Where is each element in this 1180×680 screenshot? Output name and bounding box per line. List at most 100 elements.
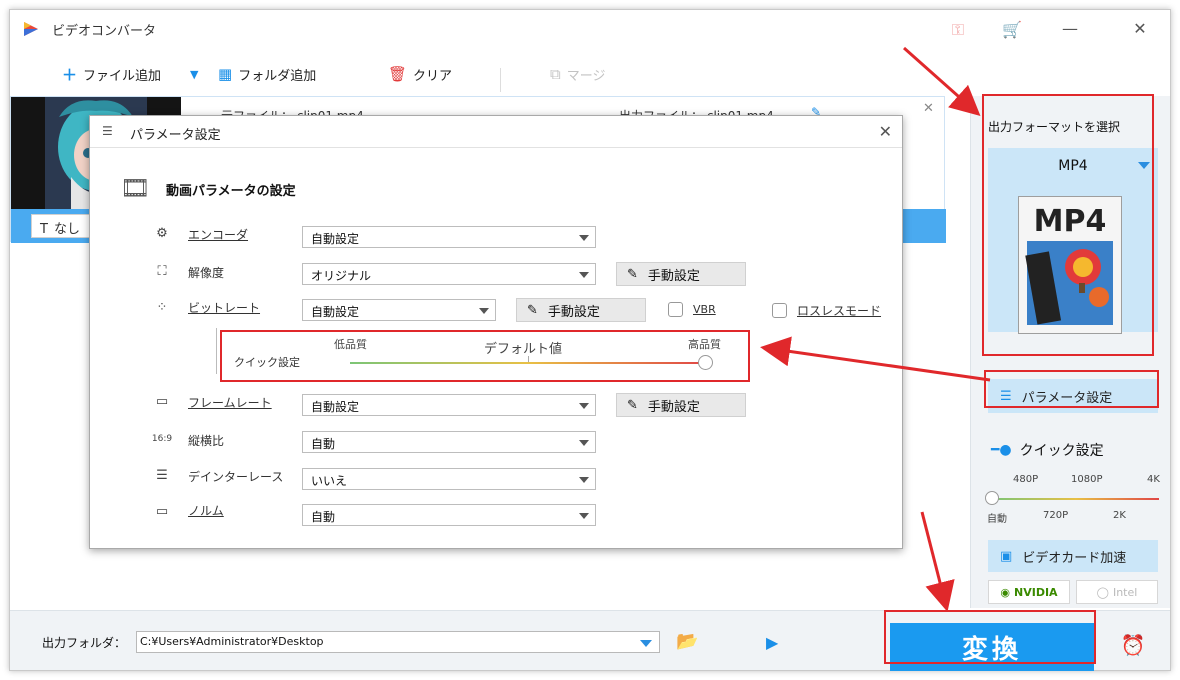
pencil-icon: ✎ xyxy=(627,266,638,282)
resolution-value: オリジナル xyxy=(311,269,372,283)
merge-icon: ⧉ xyxy=(550,65,561,83)
norm-caret-icon xyxy=(579,513,589,519)
deinterlace-icon: ☰ xyxy=(156,468,168,483)
pencil-icon: ✎ xyxy=(627,397,638,413)
pencil-icon: ✎ xyxy=(527,302,538,318)
add-file-label: ファイル追加 xyxy=(83,68,162,84)
encoder-caret-icon xyxy=(579,235,589,241)
video-settings-icon: 🎞 xyxy=(120,174,151,202)
norm-select[interactable]: 自動 xyxy=(302,504,596,526)
clear-button[interactable]: 🗑 クリア xyxy=(388,64,452,84)
aspect-ratio-select[interactable]: 自動 xyxy=(302,431,596,453)
vbr-checkbox[interactable]: VBR xyxy=(668,302,716,317)
aspect-ratio-label: 縦横比 xyxy=(188,434,225,448)
lossless-checkbox-box[interactable] xyxy=(772,303,787,318)
intel-logo-icon: ◯ xyxy=(1096,585,1109,599)
quick-bracket-line xyxy=(216,328,217,374)
framerate-manual-label: 手動設定 xyxy=(647,399,700,415)
add-folder-button[interactable]: ▦ フォルダ追加 xyxy=(218,64,316,84)
tick-4k: 4K xyxy=(1147,474,1160,485)
annotation-convert-box xyxy=(884,610,1096,664)
remove-item-icon[interactable]: ✕ xyxy=(923,101,934,116)
slider-icon: ━● xyxy=(991,442,1012,458)
framerate-label[interactable]: フレームレート xyxy=(188,394,272,411)
resolution-manual-button[interactable]: ✎ 手動設定 xyxy=(616,262,746,286)
quality-slider-handle[interactable] xyxy=(985,491,999,505)
encoder-label[interactable]: エンコーダ xyxy=(188,226,248,243)
bitrate-manual-button[interactable]: ✎ 手動設定 xyxy=(516,298,646,322)
gpu-acceleration-label: ビデオカード加速 xyxy=(1022,550,1127,566)
output-folder-field[interactable]: C:¥Users¥Administrator¥Desktop xyxy=(136,631,660,653)
dialog-close-button[interactable]: ✕ xyxy=(879,122,892,141)
tick-auto: 自動 xyxy=(987,514,1007,525)
tick-480p: 480P xyxy=(1013,474,1039,485)
encoder-icon: ⚙ xyxy=(156,226,168,241)
toolbar-divider xyxy=(500,68,501,92)
main-toolbar: ＋ ファイル追加 ▼ ▦ フォルダ追加 🗑 クリア ⧉ マージ xyxy=(10,52,970,96)
tick-2k: 2K xyxy=(1113,510,1126,521)
deinterlace-label: デインターレース xyxy=(188,470,284,484)
norm-icon: ▭ xyxy=(155,504,169,519)
nvidia-label: NVIDIA xyxy=(1014,585,1058,599)
resolution-label: 解像度 xyxy=(188,266,225,280)
quality-slider-track[interactable] xyxy=(993,498,1159,500)
encoder-select[interactable]: 自動設定 xyxy=(302,226,596,248)
resolution-select[interactable]: オリジナル xyxy=(302,263,596,285)
gpu-acceleration-button[interactable]: ▣ ビデオカード加速 xyxy=(988,540,1158,572)
cart-icon[interactable]: 🛒 xyxy=(1002,20,1022,40)
tick-720p: 720P xyxy=(1043,510,1069,521)
quick-settings-label: クイック設定 xyxy=(1019,443,1104,459)
framerate-select[interactable]: 自動設定 xyxy=(302,394,596,416)
tick-1080p: 1080P xyxy=(1071,474,1103,485)
framerate-caret-icon xyxy=(579,403,589,409)
bitrate-label[interactable]: ビットレート xyxy=(188,299,260,316)
title-bar: ビデオコンバータ ⚿ 🛒 — ✕ xyxy=(10,10,1170,50)
merge-button[interactable]: ⧉ マージ xyxy=(550,64,605,84)
dialog-title: パラメータ設定 xyxy=(130,128,221,143)
resolution-manual-label: 手動設定 xyxy=(647,268,700,284)
deinterlace-select[interactable]: いいえ xyxy=(302,468,596,490)
framerate-manual-button[interactable]: ✎ 手動設定 xyxy=(616,393,746,417)
add-file-dropdown-icon[interactable]: ▼ xyxy=(190,64,198,84)
close-window-button[interactable]: ✕ xyxy=(1128,18,1152,40)
folder-film-icon: ▦ xyxy=(218,65,233,83)
output-folder-label: 出力フォルダ： xyxy=(42,636,127,650)
norm-label[interactable]: ノルム xyxy=(188,502,224,519)
nvidia-toggle[interactable]: ◉ NVIDIA xyxy=(988,580,1070,604)
norm-value: 自動 xyxy=(311,510,336,524)
open-folder-icon[interactable]: 📂 xyxy=(676,631,698,652)
clear-label: クリア xyxy=(413,68,453,84)
subtitle-value: なし xyxy=(53,222,80,237)
bitrate-icon: ⁘ xyxy=(156,300,168,315)
alarm-clock-icon[interactable]: ⏰ xyxy=(1120,633,1146,659)
trash-icon: 🗑 xyxy=(388,65,408,83)
minimize-button[interactable]: — xyxy=(1058,18,1082,40)
deinterlace-caret-icon xyxy=(579,477,589,483)
annotation-format-box xyxy=(982,94,1154,356)
framerate-value: 自動設定 xyxy=(311,400,360,414)
add-folder-label: フォルダ追加 xyxy=(238,68,317,84)
plus-icon: ＋ xyxy=(62,65,78,84)
video-folder-icon[interactable]: ▶ xyxy=(766,633,778,652)
settings-sliders-icon: ☰ xyxy=(102,124,113,138)
output-folder-dropdown-icon[interactable] xyxy=(640,640,652,647)
resolution-caret-icon xyxy=(579,272,589,278)
text-icon: T xyxy=(40,222,48,237)
aspect-caret-icon xyxy=(579,440,589,446)
chip-icon: ▣ xyxy=(1000,548,1013,564)
encoder-value: 自動設定 xyxy=(311,232,360,246)
bitrate-select[interactable]: 自動設定 xyxy=(302,299,496,321)
quick-settings-title: ━● クイック設定 xyxy=(991,440,1104,460)
app-title: ビデオコンバータ xyxy=(52,24,157,39)
add-file-button[interactable]: ＋ ファイル追加 xyxy=(62,64,161,84)
dialog-header: 動画パラメータの設定 xyxy=(166,184,296,199)
lossless-checkbox[interactable]: ロスレスモード xyxy=(772,302,881,319)
bitrate-value: 自動設定 xyxy=(311,305,360,319)
nvidia-eye-icon: ◉ xyxy=(1000,585,1011,599)
vbr-checkbox-box[interactable] xyxy=(668,302,683,317)
intel-toggle[interactable]: ◯ Intel xyxy=(1076,580,1158,604)
merge-label: マージ xyxy=(566,68,606,84)
annotation-quick-setting-box xyxy=(220,330,750,382)
intel-label: Intel xyxy=(1112,585,1138,599)
key-icon[interactable]: ⚿ xyxy=(948,20,968,40)
